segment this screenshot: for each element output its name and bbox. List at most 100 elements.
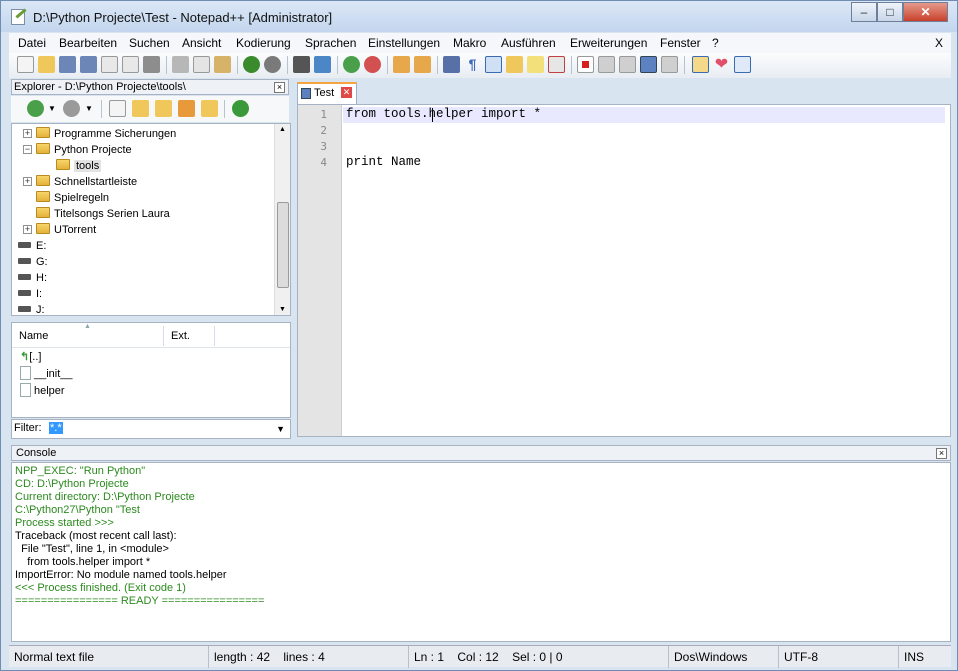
replace-icon[interactable] xyxy=(314,56,331,73)
function-list-icon[interactable] xyxy=(548,56,565,73)
scroll-down-icon[interactable]: ▼ xyxy=(279,306,286,313)
menu-fenster[interactable]: Fenster xyxy=(660,36,701,50)
code-line[interactable]: print Name xyxy=(346,155,421,169)
tree-item[interactable]: − Python Projecte xyxy=(23,142,132,158)
show-all-characters-icon[interactable]: ¶ xyxy=(464,56,481,73)
expand-icon[interactable]: + xyxy=(23,177,32,186)
find-icon[interactable] xyxy=(293,56,310,73)
new-file-icon[interactable] xyxy=(17,56,34,73)
back-dropdown-icon[interactable]: ▼ xyxy=(48,104,56,113)
menu-ausfuehren[interactable]: Ausführen xyxy=(501,36,556,50)
indent-guide-icon[interactable] xyxy=(485,56,502,73)
close-file-icon[interactable] xyxy=(101,56,118,73)
tree-item[interactable]: Titelsongs Serien Laura xyxy=(36,206,170,222)
play-macro-icon[interactable] xyxy=(619,56,636,73)
console-output[interactable]: NPP_EXEC: "Run Python" CD: D:\Python Proj… xyxy=(11,462,951,642)
new-folder-icon[interactable] xyxy=(132,100,149,117)
column-header-name[interactable]: Name ▲ xyxy=(12,323,164,346)
back-icon[interactable] xyxy=(27,100,44,117)
scroll-thumb[interactable] xyxy=(277,202,289,288)
menu-datei[interactable]: Datei xyxy=(18,36,46,50)
menu-erweiterungen[interactable]: Erweiterungen xyxy=(570,36,647,50)
menu-makro[interactable]: Makro xyxy=(453,36,486,50)
console-close-icon[interactable]: × xyxy=(936,448,947,459)
folder-icon xyxy=(36,191,50,202)
zoom-in-icon[interactable] xyxy=(343,56,360,73)
save-icon[interactable] xyxy=(59,56,76,73)
forward-dropdown-icon[interactable]: ▼ xyxy=(85,104,93,113)
collapse-icon[interactable]: − xyxy=(23,145,32,154)
forward-icon[interactable] xyxy=(63,100,80,117)
explorer-close-icon[interactable]: × xyxy=(274,82,285,93)
print-icon[interactable] xyxy=(143,56,160,73)
folder-tree[interactable]: + Programme Sicherungen − Python Projecte to… xyxy=(11,123,291,316)
close-button[interactable]: ✕ xyxy=(903,2,948,22)
title-bar[interactable]: D:\Python Projecte\Test - Notepad++ [Adm… xyxy=(1,1,957,32)
close-all-icon[interactable] xyxy=(122,56,139,73)
redo-icon[interactable] xyxy=(264,56,281,73)
sort-ascending-icon: ▲ xyxy=(84,323,91,330)
doc-map-icon[interactable] xyxy=(527,56,544,73)
sync-horizontal-icon[interactable] xyxy=(414,56,431,73)
tree-item[interactable]: tools xyxy=(56,158,102,174)
menu-help[interactable]: ? xyxy=(712,36,719,50)
code-editor[interactable]: 1 2 3 4 from tools.helper import * print… xyxy=(297,104,951,437)
tab-test[interactable]: Test ✕ xyxy=(297,82,357,104)
tree-item[interactable]: I: xyxy=(18,286,42,302)
open-file-icon[interactable] xyxy=(38,56,55,73)
saved-file-icon xyxy=(301,88,311,99)
zoom-out-icon[interactable] xyxy=(364,56,381,73)
tree-item[interactable]: E: xyxy=(18,238,46,254)
new-file-icon[interactable] xyxy=(109,100,126,117)
column-header-ext[interactable]: Ext. xyxy=(164,326,215,346)
file-row-parent[interactable]: ↰[..] xyxy=(20,349,41,365)
file-row-helper[interactable]: helper xyxy=(20,383,65,399)
tab-close-icon[interactable]: ✕ xyxy=(341,87,352,98)
folder-icon xyxy=(36,175,50,186)
console-plugin-icon[interactable] xyxy=(734,56,751,73)
filter-dropdown-icon[interactable]: ▼ xyxy=(276,424,285,434)
menu-bearbeiten[interactable]: Bearbeiten xyxy=(59,36,117,50)
menu-kodierung[interactable]: Kodierung xyxy=(236,36,291,50)
menu-einstellungen[interactable]: Einstellungen xyxy=(368,36,440,50)
user-language-icon[interactable] xyxy=(506,56,523,73)
menu-suchen[interactable]: Suchen xyxy=(129,36,170,50)
copy-icon[interactable] xyxy=(193,56,210,73)
file-row-init[interactable]: __init__ xyxy=(20,366,73,382)
filter-input[interactable]: *.* xyxy=(49,422,63,434)
expand-icon[interactable]: + xyxy=(23,129,32,138)
tree-item[interactable]: + UTorrent xyxy=(23,222,96,238)
code-line[interactable]: from tools.helper import * xyxy=(346,107,541,121)
save-all-icon[interactable] xyxy=(80,56,97,73)
record-macro-icon[interactable] xyxy=(577,56,594,73)
tree-item[interactable]: H: xyxy=(18,270,47,286)
tree-item-label: Schnellstartleiste xyxy=(54,176,138,188)
explorer-plugin-icon[interactable] xyxy=(692,56,709,73)
menu-sprachen[interactable]: Sprachen xyxy=(305,36,356,50)
sync-vertical-icon[interactable] xyxy=(393,56,410,73)
expand-icon[interactable]: + xyxy=(23,225,32,234)
tree-item[interactable]: Spielregeln xyxy=(36,190,109,206)
menu-close-document[interactable]: X xyxy=(935,36,943,50)
tree-item[interactable]: J: xyxy=(18,302,45,315)
run-macro-multiple-icon[interactable] xyxy=(640,56,657,73)
cut-icon[interactable] xyxy=(172,56,189,73)
tree-item[interactable]: G: xyxy=(18,254,48,270)
menu-ansicht[interactable]: Ansicht xyxy=(182,36,221,50)
save-macro-icon[interactable] xyxy=(661,56,678,73)
tree-item[interactable]: + Programme Sicherungen xyxy=(23,126,176,142)
undo-icon[interactable] xyxy=(243,56,260,73)
folder-favorite-icon[interactable] xyxy=(201,100,218,117)
heart-icon[interactable]: ❤ xyxy=(713,56,730,73)
scroll-up-icon[interactable]: ▲ xyxy=(279,126,286,133)
refresh-icon[interactable] xyxy=(232,100,249,117)
tree-scrollbar[interactable]: ▲ ▼ xyxy=(274,124,290,315)
tree-item[interactable]: + Schnellstartleiste xyxy=(23,174,138,190)
maximize-button[interactable]: □ xyxy=(877,2,903,22)
paste-icon[interactable] xyxy=(214,56,231,73)
minimize-button[interactable]: ‒ xyxy=(851,2,877,22)
find-in-files-icon[interactable] xyxy=(155,100,172,117)
word-wrap-icon[interactable] xyxy=(443,56,460,73)
stop-macro-icon[interactable] xyxy=(598,56,615,73)
folder-user-icon[interactable] xyxy=(178,100,195,117)
